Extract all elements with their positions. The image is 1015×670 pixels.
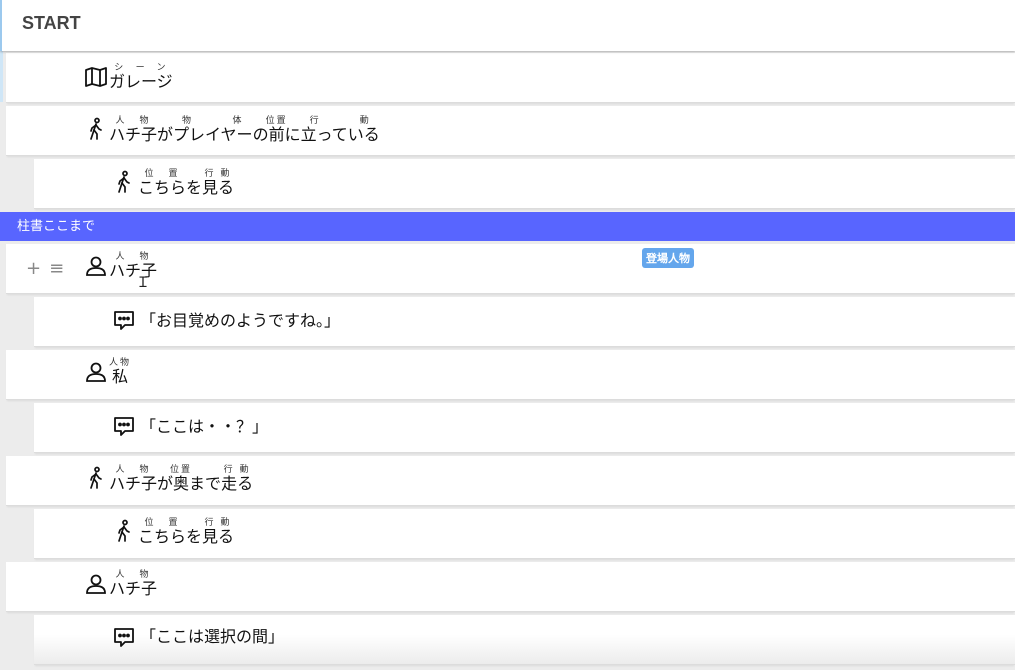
person-icon — [84, 572, 108, 596]
action-text: ハチ子人物がプレイヤー物体の前位置に立っている行動 — [109, 116, 380, 143]
dialogue-row[interactable]: 「お目覚めのようですね。」 — [34, 297, 1015, 347]
top-bar: START — [0, 0, 1015, 51]
action-text: こちら位置を見る行動 — [138, 169, 234, 196]
particle: を — [186, 178, 203, 197]
ruby-word: プレイヤー物体 — [173, 116, 253, 144]
map-icon — [84, 65, 108, 89]
dialogue-row[interactable]: 「ここは選択の間」 — [34, 615, 1015, 665]
person-icon — [84, 360, 108, 384]
particle: に — [284, 125, 301, 144]
ruby-word: 見る行動 — [202, 169, 235, 197]
add-row-button[interactable]: + — [26, 258, 41, 279]
particle: を — [186, 527, 203, 546]
ruby-word: ハチ子人物 — [109, 116, 158, 144]
ruby-word: ハチ子人物 — [109, 465, 158, 493]
ruby-word: こちら位置 — [138, 169, 187, 197]
walk-icon — [112, 519, 136, 543]
ruby-word: ガレージシーン — [109, 63, 173, 91]
scene-text: ガレージシーン — [109, 63, 173, 90]
character-row[interactable]: + ≡ ハチ子人物 登場人物 — [6, 244, 1015, 294]
ruby-word: 立っている行動 — [300, 116, 380, 144]
character-badge: 登場人物 — [642, 248, 694, 268]
speech-bubble-icon — [112, 625, 136, 649]
dialogue-text: 「お目覚めのようですね。」 — [140, 311, 341, 330]
dialogue-row[interactable]: 「ここは・・？」 — [34, 403, 1015, 453]
character-name: 私人物 — [109, 358, 131, 385]
action-row[interactable]: こちら位置を見る行動 — [34, 509, 1015, 559]
dialogue-text: 「ここは選択の間」 — [140, 627, 285, 646]
action-row[interactable]: ハチ子人物が奥位置まで走る行動 — [6, 456, 1015, 506]
character-row[interactable]: ハチ子人物 — [6, 562, 1015, 612]
walk-icon — [112, 170, 136, 194]
ruby-word: 私人物 — [109, 358, 132, 386]
ruby-word: こちら位置 — [138, 518, 187, 546]
drag-handle[interactable]: ≡ — [49, 258, 64, 279]
action-row[interactable]: こちら位置を見る行動 — [34, 159, 1015, 209]
ruby-word: 前位置 — [265, 116, 288, 144]
selection-accent — [0, 51, 3, 102]
action-text: ハチ子人物が奥位置まで走る行動 — [109, 465, 253, 492]
person-icon — [84, 254, 108, 278]
scene-divider-bar: 柱書ここまで — [0, 212, 1015, 241]
walk-icon — [84, 117, 108, 141]
action-text: こちら位置を見る行動 — [138, 518, 234, 545]
ruby-word: 見る行動 — [202, 518, 235, 546]
particle: が — [157, 125, 174, 144]
ruby-word: 走る行動 — [221, 465, 254, 493]
ruby-word: ハチ子人物 — [109, 570, 158, 598]
scene-divider-label: 柱書ここまで — [17, 219, 96, 234]
ruby-word: 奥位置 — [170, 465, 193, 493]
text-cursor-icon: Ｉ — [136, 275, 150, 291]
character-row[interactable]: 私人物 — [6, 350, 1015, 400]
speech-bubble-icon — [112, 414, 136, 438]
walk-icon — [84, 466, 108, 490]
character-name: ハチ子人物 — [109, 570, 157, 597]
script-rows: ガレージシーン ハチ子人物がプレイヤー物体の前位置に立っている行動 こちら位置を… — [0, 0, 1015, 670]
dialogue-text: 「ここは・・？」 — [140, 417, 269, 436]
particle: まで — [189, 474, 222, 493]
page-title: START — [22, 13, 81, 33]
scene-row[interactable]: ガレージシーン — [6, 53, 1015, 103]
speech-bubble-icon — [112, 308, 136, 332]
action-row[interactable]: ハチ子人物がプレイヤー物体の前位置に立っている行動 — [6, 106, 1015, 156]
row-controls: + ≡ — [26, 258, 72, 279]
